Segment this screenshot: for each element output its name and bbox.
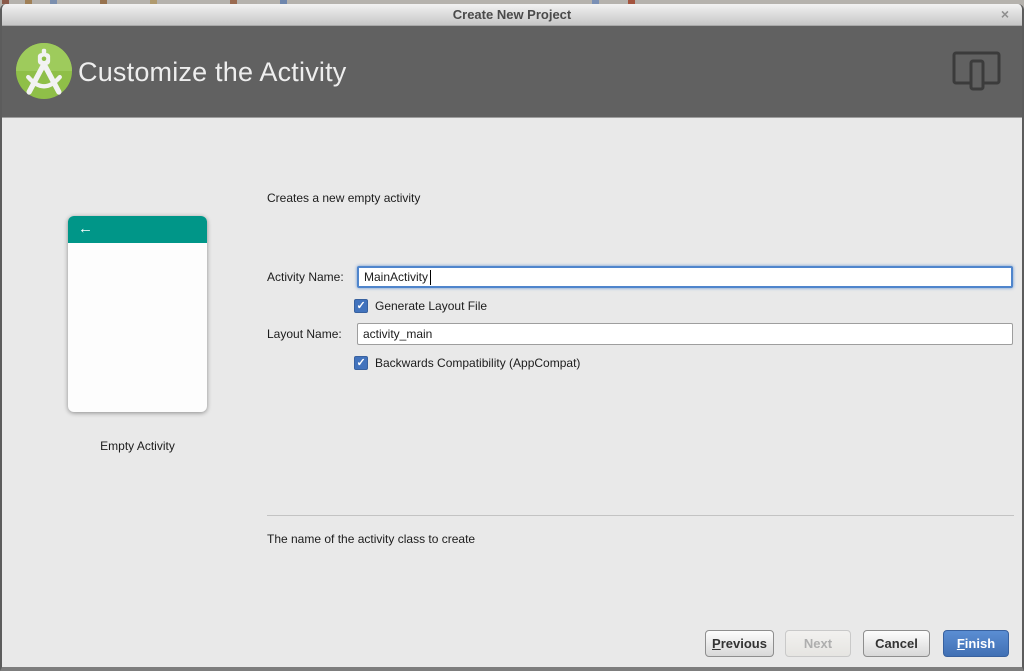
field-hint-text: The name of the activity class to create: [267, 532, 476, 546]
previous-button[interactable]: Previous: [705, 630, 774, 657]
backwards-compat-row: Backwards Compatibility (AppCompat): [354, 356, 580, 370]
back-arrow-icon: ←: [78, 220, 93, 237]
next-button[interactable]: Next: [785, 630, 851, 657]
generate-layout-checkbox[interactable]: [354, 299, 368, 313]
template-name-label: Empty Activity: [100, 439, 175, 453]
finish-button[interactable]: Finish: [943, 630, 1009, 657]
text-caret: [430, 270, 431, 285]
android-studio-logo-icon: [16, 43, 72, 99]
template-preview-appbar: ←: [68, 216, 207, 243]
create-new-project-dialog: Create New Project × Customize the Activ…: [0, 4, 1024, 671]
close-icon[interactable]: ×: [996, 4, 1014, 26]
generate-layout-row: Generate Layout File: [354, 299, 487, 313]
activity-name-label: Activity Name:: [267, 270, 344, 284]
phone-tablet-icon: [952, 51, 1001, 91]
activity-name-input[interactable]: [357, 266, 1013, 288]
window-titlebar[interactable]: Create New Project ×: [2, 4, 1022, 26]
wizard-content: Creates a new empty activity ← Empty Act…: [2, 119, 1022, 667]
layout-name-label: Layout Name:: [267, 327, 342, 341]
wizard-header: Customize the Activity: [2, 26, 1022, 118]
template-description: Creates a new empty activity: [267, 191, 421, 205]
cancel-button[interactable]: Cancel: [863, 630, 930, 657]
backwards-compat-label: Backwards Compatibility (AppCompat): [375, 356, 581, 370]
page-title: Customize the Activity: [78, 56, 347, 87]
section-divider: [267, 515, 1014, 516]
generate-layout-label: Generate Layout File: [375, 299, 488, 313]
window-title: Create New Project: [452, 7, 572, 22]
layout-name-input[interactable]: [357, 323, 1013, 345]
template-preview-card: ←: [68, 216, 207, 412]
backwards-compat-checkbox[interactable]: [354, 356, 368, 370]
